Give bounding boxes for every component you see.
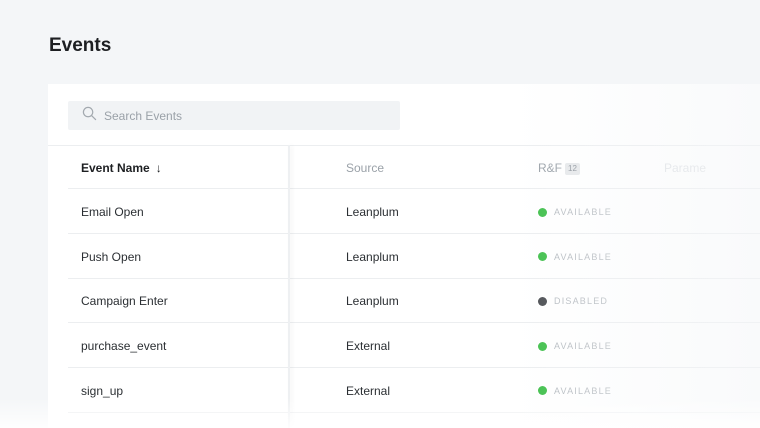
event-name-cell: sign_up — [81, 383, 124, 398]
table-row[interactable]: Campaign Enter Leanplum DISABLED — [48, 279, 760, 324]
column-header-event-name[interactable]: Event Name ↓ — [81, 146, 162, 190]
source-cell: External — [346, 339, 391, 354]
status-dot-icon — [538, 296, 547, 306]
table-row[interactable]: purchase_event External AVAILABLE — [48, 324, 760, 369]
status-badge: AVAILABLE — [554, 341, 612, 352]
status-dot-icon — [538, 341, 547, 351]
source-cell: Leanplum — [346, 205, 399, 219]
status-badge: AVAILABLE — [554, 385, 612, 396]
sort-descending-icon[interactable]: ↓ — [156, 161, 162, 175]
column-header-label: Event Name — [81, 161, 150, 175]
frozen-column-divider — [288, 145, 290, 428]
page-title: Events — [49, 35, 112, 56]
event-name-cell: Email Open — [81, 205, 144, 219]
table-row[interactable]: Push Open Leanplum AVAILABLE — [48, 235, 760, 279]
column-header-rf[interactable]: R&F 12 — [538, 146, 580, 190]
status-cell: AVAILABLE — [538, 369, 612, 413]
event-name-cell: purchase_event — [81, 339, 167, 354]
row-divider — [68, 188, 760, 189]
table-row[interactable]: Email Open Leanplum AVAILABLE — [48, 190, 760, 234]
status-cell: DISABLED — [538, 279, 608, 323]
source-cell: Leanplum — [346, 249, 399, 264]
event-name-cell: Push Open — [81, 249, 142, 264]
table-header: Event Name ↓ Source R&F 12 Parame — [48, 145, 760, 189]
status-cell: AVAILABLE — [538, 190, 612, 234]
status-badge: DISABLED — [554, 296, 609, 307]
event-name-cell: Campaign Enter — [81, 294, 168, 309]
status-badge: AVAILABLE — [554, 251, 612, 262]
column-header-parameters[interactable]: Parame — [664, 146, 706, 190]
events-table-card: Event Name ↓ Source R&F12 Parame Email Op… — [48, 84, 760, 428]
status-dot-icon — [538, 207, 547, 217]
row-divider — [68, 411, 760, 413]
status-dot-icon — [538, 252, 547, 262]
search-input[interactable] — [104, 108, 384, 123]
source-cell: Leanplum — [346, 294, 399, 309]
search-bar[interactable] — [68, 101, 400, 130]
table-row[interactable]: sign_up External AVAILABLE — [48, 369, 760, 413]
search-icon — [82, 106, 97, 126]
status-cell: AVAILABLE — [538, 324, 612, 368]
column-header-label: R&F — [538, 161, 562, 175]
status-dot-icon — [538, 386, 547, 396]
status-cell: AVAILABLE — [538, 235, 612, 279]
rf-count-badge: 12 — [565, 163, 580, 175]
source-cell: External — [346, 383, 391, 398]
column-header-source[interactable]: Source — [346, 146, 384, 190]
status-badge: AVAILABLE — [554, 207, 612, 217]
